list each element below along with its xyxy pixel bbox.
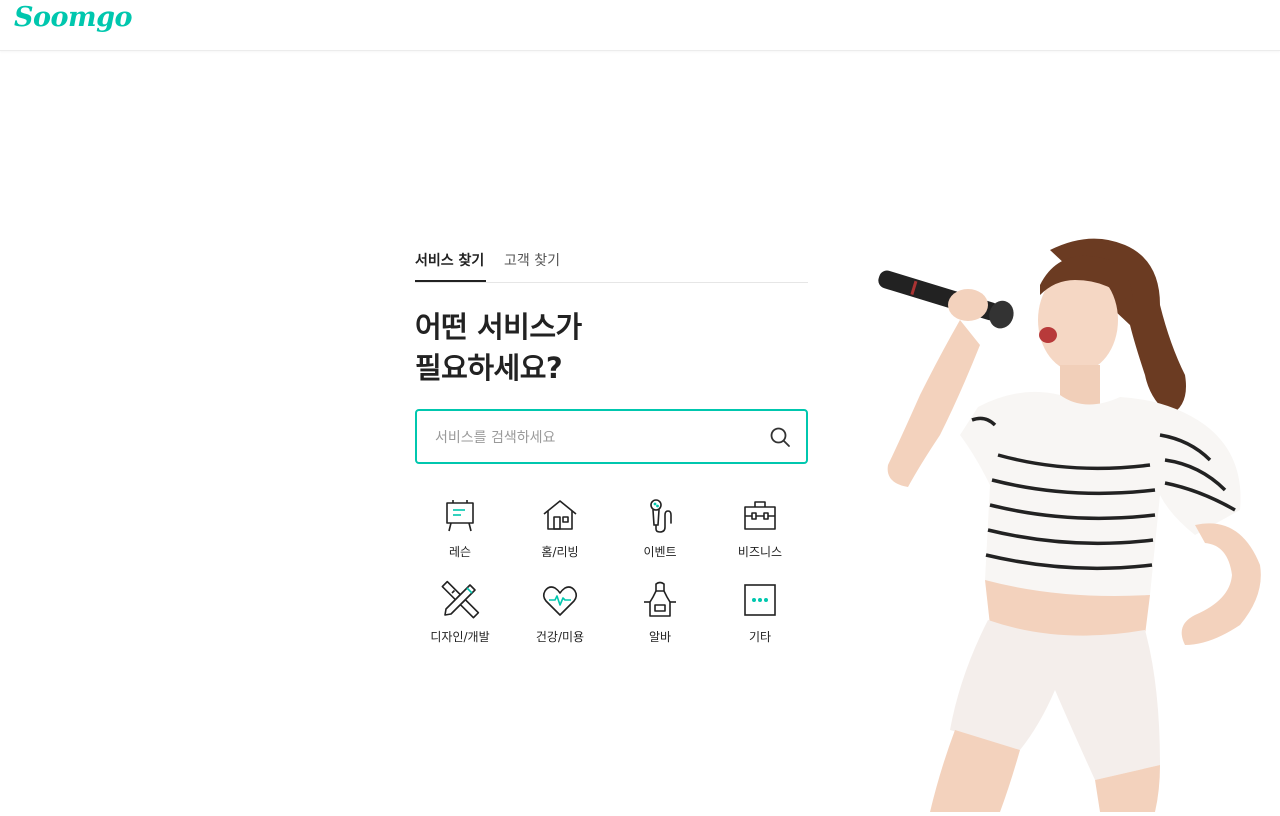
category-health-beauty[interactable]: 건강/미용 <box>510 580 610 652</box>
pencil-ruler-icon <box>410 580 510 620</box>
search-icon[interactable] <box>768 425 792 449</box>
page-title-line1: 어떤 서비스가 <box>415 310 582 344</box>
house-icon <box>510 495 610 535</box>
search-box <box>415 409 808 464</box>
category-label: 비즈니스 <box>737 545 783 559</box>
category-business[interactable]: 비즈니스 <box>710 495 810 567</box>
category-label: 알바 <box>648 630 672 644</box>
tab-find-customer[interactable]: 고객 찾기 <box>504 250 560 282</box>
category-label: 이벤트 <box>643 545 677 559</box>
category-label: 기타 <box>748 630 772 644</box>
category-part-time[interactable]: 알바 <box>610 580 710 652</box>
category-label: 홈/리빙 <box>541 545 579 559</box>
soomgo-logo[interactable]: Soomgo <box>14 2 132 33</box>
category-event[interactable]: 이벤트 <box>610 495 710 567</box>
apron-icon <box>610 580 710 620</box>
category-etc[interactable]: 기타 <box>710 580 810 652</box>
search-input[interactable] <box>433 423 757 453</box>
category-design-dev[interactable]: 디자인/개발 <box>410 580 510 652</box>
category-lesson[interactable]: 레슨 <box>410 495 510 567</box>
page-title: 어떤 서비스가 필요하세요? <box>415 307 582 389</box>
category-label: 레슨 <box>448 545 472 559</box>
category-label: 디자인/개발 <box>430 630 490 644</box>
hero-image-woman-singing <box>860 225 1270 812</box>
easel-icon <box>410 495 510 535</box>
microphone-icon <box>610 495 710 535</box>
tab-find-service[interactable]: 서비스 찾기 <box>415 250 486 282</box>
category-label: 건강/미용 <box>535 630 585 644</box>
heart-pulse-icon <box>510 580 610 620</box>
briefcase-icon <box>710 495 810 535</box>
more-dots-icon <box>710 580 810 620</box>
category-home-living[interactable]: 홈/리빙 <box>510 495 610 567</box>
top-header: Soomgo <box>0 0 1280 51</box>
page-title-line2: 필요하세요? <box>415 351 563 385</box>
search-mode-tabs: 서비스 찾기 고객 찾기 <box>415 240 808 283</box>
